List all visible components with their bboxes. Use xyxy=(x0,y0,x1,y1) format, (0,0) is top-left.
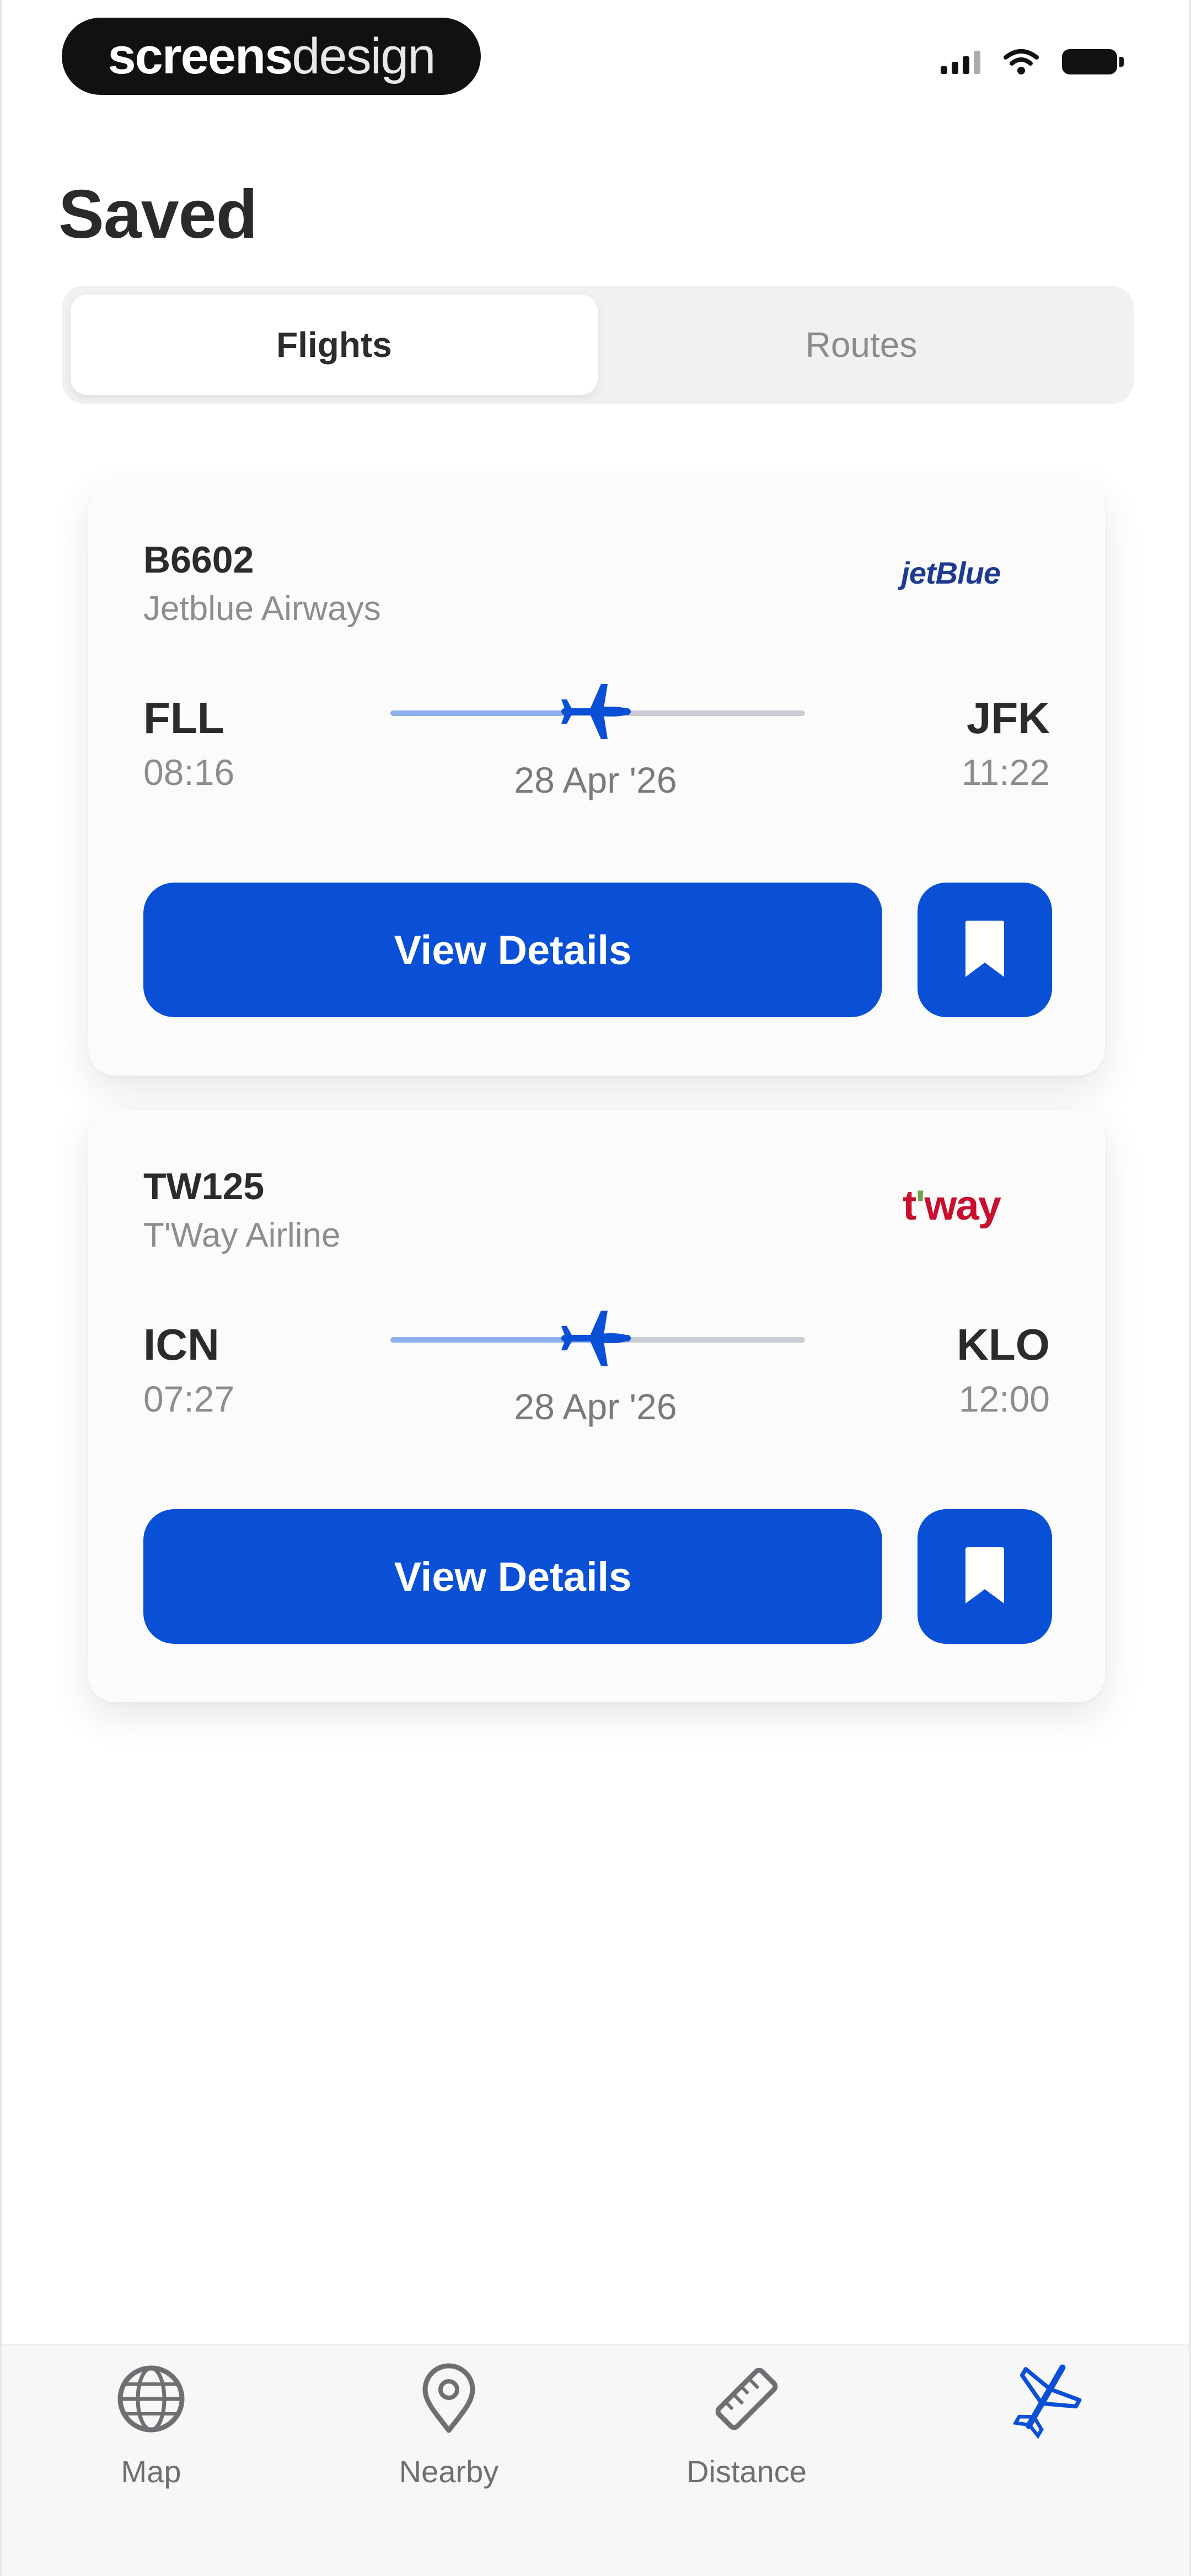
route-progress-remaining xyxy=(611,710,805,716)
tab-distance[interactable]: Distance xyxy=(636,2358,857,2489)
tab-map[interactable]: Map xyxy=(41,2358,261,2489)
airline-name: T'Way Airline xyxy=(143,1216,341,1254)
tab-routes[interactable]: Routes xyxy=(598,295,1125,395)
airline-logo: jetBlue xyxy=(901,555,1001,590)
bookmark-button[interactable] xyxy=(918,1509,1052,1644)
brand-logo-light: design xyxy=(292,28,436,84)
status-icons xyxy=(941,49,1124,75)
flight-card: TW125 T'Way Airline t'way ICN 07:27 KLO … xyxy=(88,1110,1105,1702)
ruler-icon xyxy=(705,2358,788,2440)
plane-icon xyxy=(561,1311,631,1366)
origin-code: FLL xyxy=(143,693,224,742)
tab-nearby-label: Nearby xyxy=(399,2454,499,2489)
brand-logo: screens design xyxy=(62,18,481,95)
arrival-time: 12:00 xyxy=(958,1378,1050,1419)
view-details-button[interactable]: View Details xyxy=(143,883,882,1017)
destination-code: JFK xyxy=(966,693,1050,742)
flight-date: 28 Apr '26 xyxy=(514,760,677,800)
arrival-time: 11:22 xyxy=(961,752,1050,793)
route-progress-remaining xyxy=(611,1337,805,1343)
battery-icon xyxy=(1062,49,1124,74)
tab-distance-label: Distance xyxy=(686,2454,807,2489)
origin-code: ICN xyxy=(143,1320,219,1369)
status-bar: screens design xyxy=(2,0,1189,121)
flight-card: B6602 Jetblue Airways jetBlue FLL 08:16 … xyxy=(88,483,1105,1076)
bookmark-icon xyxy=(965,1547,1004,1604)
location-pin-icon xyxy=(407,2358,490,2440)
departure-time: 08:16 xyxy=(143,752,235,793)
tab-map-label: Map xyxy=(121,2454,181,2489)
globe-icon xyxy=(110,2358,192,2440)
bookmark-button[interactable] xyxy=(918,883,1052,1017)
departure-time: 07:27 xyxy=(143,1378,235,1419)
tab-nearby[interactable]: Nearby xyxy=(339,2358,559,2489)
bookmark-icon xyxy=(965,921,1004,977)
bottom-tab-bar: Map Nearby Distance xyxy=(2,2344,1189,2576)
airline-name: Jetblue Airways xyxy=(143,590,381,628)
segmented-control: Flights Routes xyxy=(62,286,1134,404)
destination-code: KLO xyxy=(957,1320,1050,1369)
airline-logo-t: t xyxy=(902,1182,916,1229)
airline-logo-way: way xyxy=(924,1182,1001,1229)
plane-icon xyxy=(1003,2358,1086,2440)
flight-number: TW125 xyxy=(143,1166,265,1207)
view-details-button[interactable]: View Details xyxy=(143,1509,882,1644)
saved-screen: screens design Saved Flights Routes B6602… xyxy=(0,0,1191,2576)
plane-icon xyxy=(561,684,631,739)
cellular-signal-icon xyxy=(941,50,980,74)
wifi-icon xyxy=(1004,49,1039,74)
page-title: Saved xyxy=(58,177,257,253)
flight-number: B6602 xyxy=(143,539,254,581)
tab-saved[interactable] xyxy=(934,2358,1155,2454)
flight-date: 28 Apr '26 xyxy=(514,1386,677,1427)
airline-logo-apostrophe: ' xyxy=(915,1182,925,1229)
airline-logo: t'way xyxy=(902,1182,1001,1230)
tab-flights[interactable]: Flights xyxy=(71,295,598,395)
brand-logo-bold: screens xyxy=(108,28,293,84)
